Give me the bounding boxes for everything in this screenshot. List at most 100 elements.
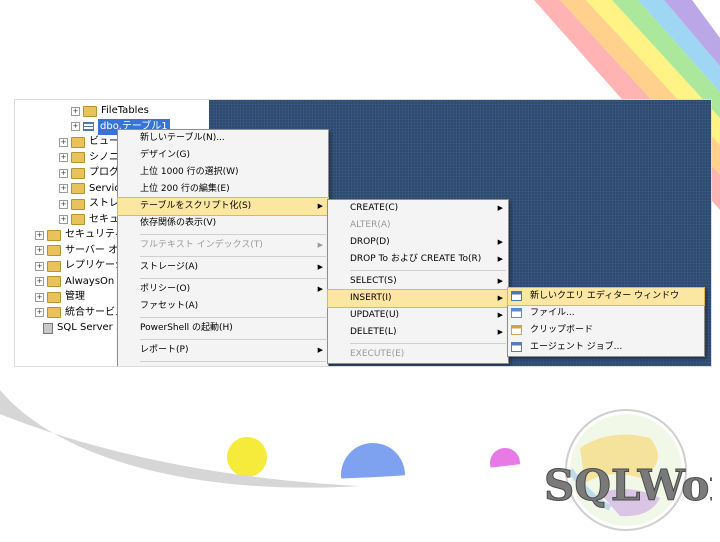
submenu-arrow-icon: ▶ [497, 294, 503, 302]
menu-item-label: ポリシー(O) [140, 284, 191, 294]
expand-icon[interactable]: + [59, 215, 68, 224]
expand-icon[interactable]: + [71, 122, 80, 131]
tree-item[interactable]: + Service [59, 181, 126, 197]
menu-item[interactable]: 新しいクエリ エディター ウィンドウ [507, 287, 705, 306]
expand-icon[interactable]: + [59, 184, 68, 193]
menu-item-label: 新しいテーブル(N)... [140, 133, 225, 143]
menu-item-label: ストレージ(A) [140, 262, 198, 272]
menu-item[interactable]: デザイン(G) [118, 147, 328, 164]
submenu-arrow-icon: ▶ [317, 346, 323, 354]
menu-item[interactable]: ストレージ(A) ▶ [118, 259, 328, 276]
menu-item[interactable]: 新しいテーブル(N)... [118, 130, 328, 147]
menu-item-label: 依存関係の表示(V) [140, 218, 217, 228]
menu-item-label: 上位 1000 行の選択(W) [140, 167, 239, 177]
folder-icon [71, 198, 85, 210]
expand-icon[interactable]: + [71, 106, 80, 116]
menu-item-label: ファイル... [530, 308, 575, 318]
menu-separator [140, 361, 326, 362]
menu-item[interactable]: CREATE(C) ▶ [328, 200, 508, 217]
expand-icon[interactable]: + [59, 168, 68, 178]
menu-item-label: クリップボード [530, 325, 594, 335]
tree-item[interactable]: + サーバー オブ [35, 243, 128, 259]
expand-icon[interactable]: + [59, 153, 68, 162]
tree-item[interactable]: + 管理 [35, 289, 85, 305]
menu-item-label: DROP To および CREATE To(R) [350, 254, 482, 264]
menu-item-label: 新しいクエリ エディター ウィンドウ [530, 291, 680, 301]
menu-separator [140, 317, 326, 318]
expand-icon[interactable]: + [35, 230, 44, 240]
menu-separator [350, 343, 506, 344]
folder-icon [47, 229, 61, 241]
menu-item-label: エージェント ジョブ... [530, 342, 623, 352]
menu-item[interactable]: レポート(P) ▶ [118, 342, 328, 359]
expand-icon[interactable]: + [59, 137, 68, 147]
menu-item[interactable]: DROP(D) ▶ [328, 234, 508, 251]
logo-text: SQLWorld [544, 461, 712, 510]
expand-icon[interactable]: + [59, 199, 68, 209]
folder-icon [47, 260, 61, 272]
folder-icon [47, 276, 61, 287]
submenu-arrow-icon: ▶ [497, 238, 503, 246]
tree-item-label: 管理 [65, 291, 85, 302]
tree-item-label: FileTables [101, 105, 149, 116]
menu-item-label: テーブルをスクリプト化(S) [140, 201, 252, 211]
folder-icon [71, 136, 85, 148]
folder-icon [71, 152, 85, 163]
query-window-icon [511, 291, 522, 301]
insert-submenu: 新しいクエリ エディター ウィンドウ ファイル... クリップボードエージェント ジ… [507, 287, 705, 357]
menu-item[interactable]: PowerShell の起動(H) [118, 320, 328, 337]
menu-item[interactable]: INSERT(I) ▶ [327, 289, 509, 308]
tree-item[interactable]: SQL Server エ [43, 320, 126, 336]
menu-item-label: SELECT(S) [350, 276, 397, 286]
expand-icon[interactable]: + [35, 277, 44, 286]
sqlworld-logo: SQLWorld [540, 408, 720, 538]
menu-separator [140, 278, 326, 279]
submenu-arrow-icon: ▶ [317, 285, 323, 293]
menu-item-label: CREATE(C) [350, 203, 399, 213]
menu-item-label: ALTER(A) [350, 220, 391, 230]
table-icon [83, 122, 94, 131]
menu-item[interactable]: 上位 200 行の編集(E) [118, 181, 328, 198]
menu-item-label: INSERT(I) [350, 293, 392, 303]
menu-item[interactable]: 依存関係の表示(V) [118, 215, 328, 232]
folder-icon [71, 214, 85, 225]
menu-separator [350, 270, 506, 271]
ssms-screenshot: + FileTables + dbo.テーブル1 + ビュー + シノニム + プログラ + Serv… [14, 99, 712, 367]
expand-icon[interactable]: + [35, 292, 44, 302]
menu-item: フルテキスト インデックス(T) ▶ [118, 237, 328, 254]
menu-item[interactable]: エージェント ジョブ... [508, 339, 704, 356]
menu-item-label: ファセット(A) [140, 301, 199, 311]
menu-item[interactable]: ファセット(A) [118, 298, 328, 315]
menu-item[interactable]: DELETE(L) ▶ [328, 324, 508, 341]
menu-item-label: レポート(P) [140, 345, 189, 355]
menu-separator [140, 234, 326, 235]
submenu-arrow-icon: ▶ [497, 328, 503, 336]
menu-item[interactable]: SELECT(S) ▶ [328, 273, 508, 290]
script-submenu: CREATE(C) ▶ ALTER(A) DROP(D) ▶ DROP To および CR… [327, 199, 509, 364]
menu-item-label: デザイン(G) [140, 150, 190, 160]
menu-item[interactable]: ポリシー(O) ▶ [118, 281, 328, 298]
submenu-arrow-icon: ▶ [317, 241, 323, 249]
menu-item-label: PowerShell の起動(H) [140, 323, 233, 333]
menu-item[interactable]: 上位 1000 行の選択(W) [118, 164, 328, 181]
agent-job-icon [511, 342, 522, 352]
tree-item[interactable]: + FileTables [71, 103, 149, 119]
expand-icon[interactable]: + [35, 308, 44, 317]
tree-item[interactable]: + ビュー [59, 134, 119, 150]
menu-item-label: EXECUTE(E) [350, 349, 405, 359]
expand-icon[interactable]: + [35, 246, 44, 255]
menu-item[interactable]: ファイル... [508, 305, 704, 322]
menu-item[interactable]: UPDATE(U) ▶ [328, 307, 508, 324]
file-icon [511, 308, 522, 318]
tree-item[interactable]: + セキュリティ [35, 227, 124, 243]
menu-item[interactable]: テーブルをスクリプト化(S) ▶ [117, 197, 329, 216]
tree-item-label: セキュリティ [65, 229, 125, 240]
tree-item-label: ビュー [89, 136, 119, 147]
clipboard-icon [511, 325, 522, 335]
menu-item[interactable]: クリップボード [508, 322, 704, 339]
folder-icon [47, 307, 61, 318]
expand-icon[interactable]: + [35, 261, 44, 271]
globe-icon: SQLWorld [544, 409, 720, 531]
folder-icon [83, 105, 97, 117]
menu-item[interactable]: DROP To および CREATE To(R) ▶ [328, 251, 508, 268]
